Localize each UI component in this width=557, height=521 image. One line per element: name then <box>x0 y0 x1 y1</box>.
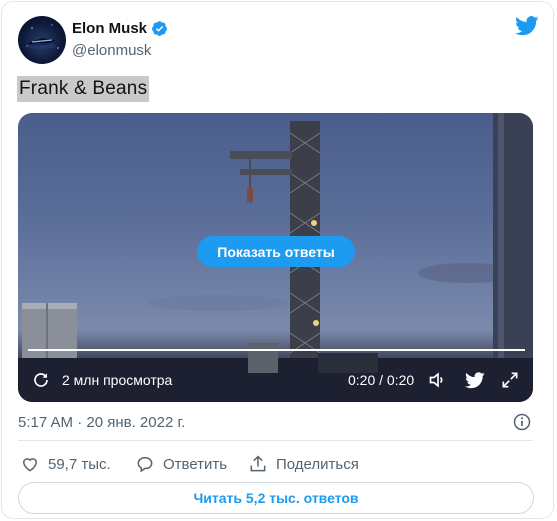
twitter-logo-icon[interactable] <box>515 16 539 36</box>
like-action[interactable]: 59,7 тыс. <box>20 454 111 474</box>
info-icon[interactable] <box>512 412 532 432</box>
reply-icon <box>137 457 153 473</box>
share-action[interactable]: Поделиться <box>248 454 359 474</box>
tweet-text: Frank & Beans <box>17 76 150 102</box>
reply-label: Ответить <box>163 455 228 473</box>
like-count: 59,7 тыс. <box>48 455 111 473</box>
user-name-text[interactable]: Elon Musk <box>72 20 147 37</box>
read-replies-button[interactable]: Читать 5,2 тыс. ответов <box>18 482 534 514</box>
replay-icon[interactable] <box>32 371 50 389</box>
volume-icon[interactable] <box>428 370 448 390</box>
share-icon <box>250 455 266 472</box>
divider <box>18 440 533 441</box>
fullscreen-icon[interactable] <box>500 370 520 390</box>
user-handle[interactable]: @elonmusk <box>72 42 151 59</box>
verified-badge-icon <box>152 21 167 36</box>
tweet-timestamp[interactable]: 5:17 AM · 20 янв. 2022 г. <box>18 414 185 431</box>
video-time: 0:20 / 0:20 <box>348 372 415 388</box>
heart-icon <box>22 458 38 472</box>
avatar[interactable] <box>18 16 66 64</box>
twitter-bird-icon[interactable] <box>465 372 485 389</box>
reply-action[interactable]: Ответить <box>135 454 227 474</box>
user-name[interactable]: Elon Musk <box>72 20 168 37</box>
video-progress-bar[interactable] <box>28 349 525 351</box>
share-label: Поделиться <box>276 455 359 473</box>
view-count: 2 млн просмотра <box>62 372 173 388</box>
show-replies-button[interactable]: Показать ответы <box>197 236 355 267</box>
